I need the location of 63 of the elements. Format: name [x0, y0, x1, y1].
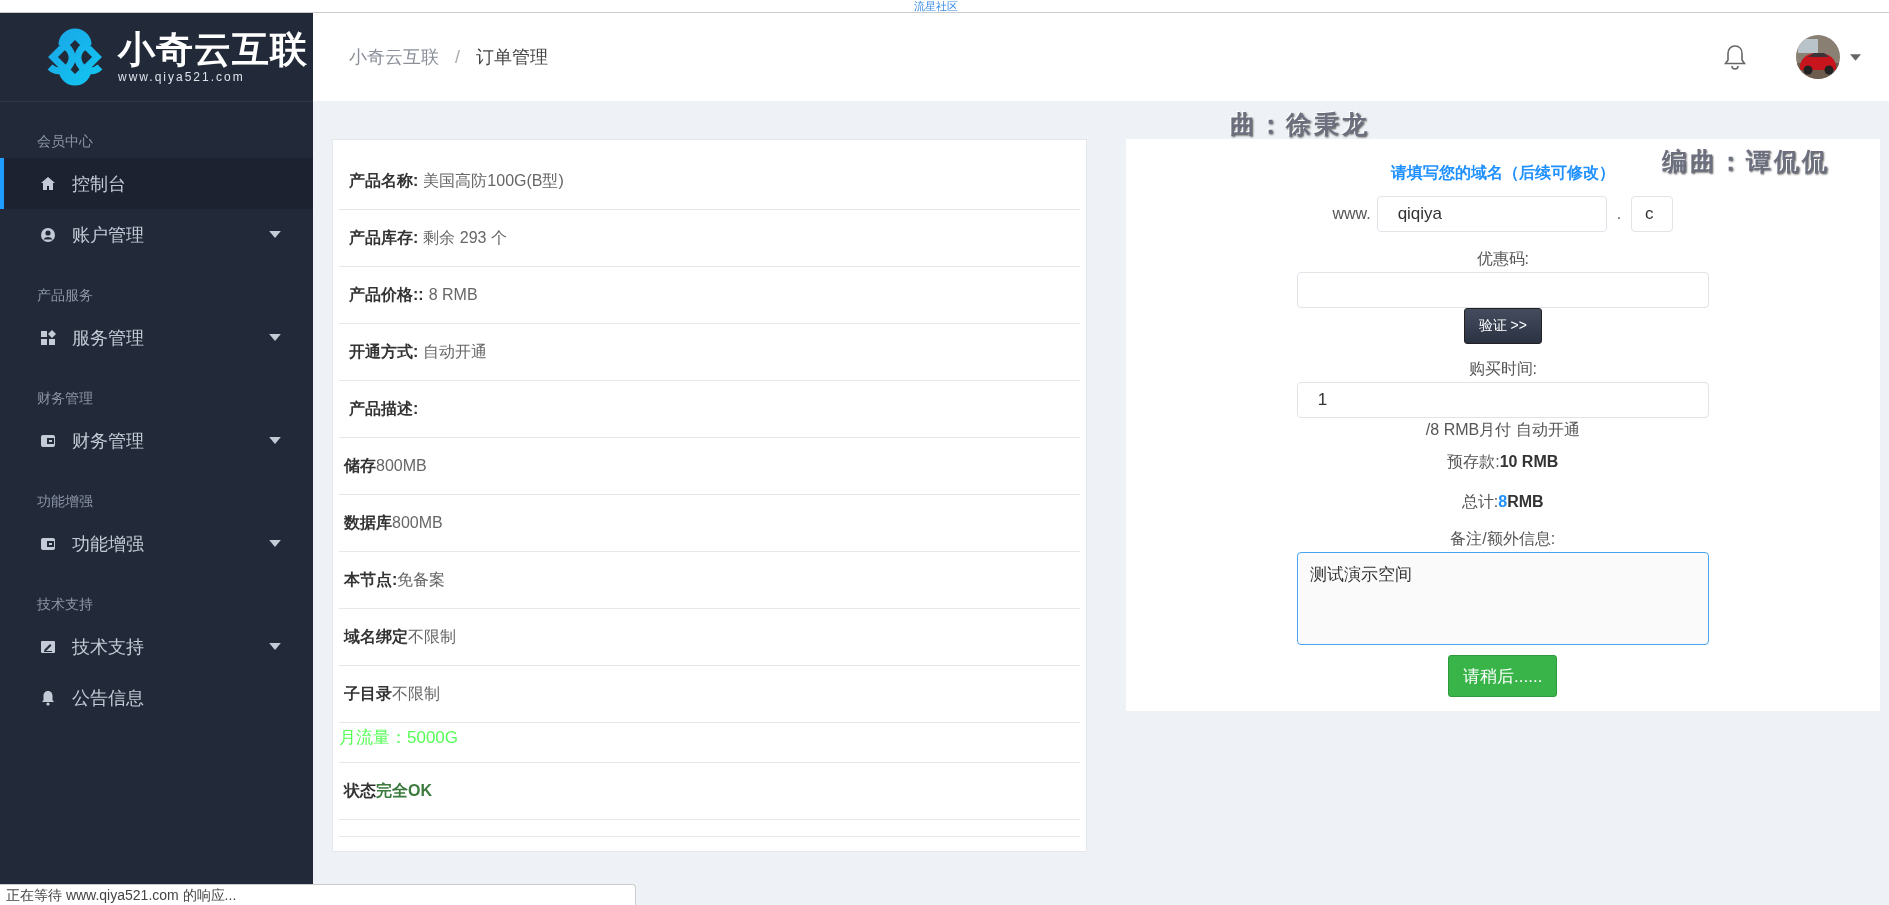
product-detail: 产品描述: [339, 381, 1080, 438]
product-detail: 产品名称: 美国高防100G(B型) [339, 153, 1080, 210]
grid-icon [40, 329, 56, 346]
wallet-icon [40, 432, 56, 449]
product-detail: 开通方式: 自动开通 [339, 324, 1080, 381]
caret-icon [269, 540, 281, 547]
sidebar-item[interactable]: 功能增强 [0, 518, 313, 569]
sidebar-item[interactable]: 服务管理 [0, 312, 313, 363]
site-title: 流星社区 [914, 0, 958, 12]
notes-field[interactable]: 测试演示空间 [1296, 552, 1709, 645]
home-icon [40, 175, 56, 192]
sidebar-item[interactable]: 控制台 [0, 158, 313, 209]
notes-label: 备注/额外信息: [1450, 529, 1556, 549]
sidebar-item[interactable]: 财务管理 [0, 415, 313, 466]
sidebar-section-heading: 产品服务 [36, 286, 94, 305]
domain-heading: 请填写您的域名（后续可修改） [1390, 163, 1615, 183]
user-circle-icon [40, 226, 56, 243]
duration-field[interactable]: 1 [1296, 382, 1709, 418]
domain-prefix: www. [1332, 205, 1371, 223]
product-detail: 产品库存: 剩余 293 个 [339, 210, 1080, 267]
sidebar-section-heading: 功能增强 [36, 492, 94, 511]
verify-button[interactable]: 验证 >> [1463, 308, 1542, 344]
total-label: 总计: [1461, 492, 1499, 512]
status-line: 状态完全OK [339, 763, 1080, 820]
lyric-text: 曲：徐秉龙 [1230, 109, 1370, 141]
lyric-text: 编曲：谭侃侃 [1662, 146, 1830, 178]
sidebar-item[interactable]: 公告信息 [0, 672, 313, 723]
caret-icon[interactable] [1850, 53, 1861, 61]
breadcrumb-separator: / [455, 46, 460, 68]
duration-label: 购买时间: [1468, 359, 1537, 379]
product-detail: 域名绑定不限制 [339, 609, 1080, 666]
deposit-text: 预存款:10 RMB [1447, 452, 1559, 472]
product-detail: 储存800MB [339, 438, 1080, 495]
sidebar-section-heading: 技术支持 [36, 595, 94, 614]
product-detail: 子目录不限制 [339, 666, 1080, 723]
traffic-notice: 月流量：5000G [339, 727, 459, 749]
product-detail: 产品价格:: 8 RMB [339, 267, 1080, 324]
caret-icon [269, 334, 281, 341]
product-detail: 本节点:免备案 [339, 552, 1080, 609]
coupon-label: 优惠码: [1476, 249, 1529, 269]
total-amount: 8 [1498, 492, 1508, 512]
sidebar-item[interactable]: 账户管理 [0, 209, 313, 260]
status-bar-text: 正在等待 www.qiya521.com 的响应... [5, 887, 237, 903]
image-pen-icon [40, 638, 56, 655]
brand-name: 小奇云互联 [118, 30, 308, 70]
price-note: /8 RMB月付 自动开通 [1425, 420, 1580, 440]
bell-icon[interactable] [1724, 44, 1746, 70]
total-unit: RMB [1507, 492, 1544, 512]
domain-dot: . [1616, 205, 1622, 223]
caret-icon [269, 231, 281, 238]
domain-name-field[interactable]: qiqiya [1376, 196, 1607, 232]
wallet-icon [40, 535, 56, 552]
sidebar-item[interactable]: 技术支持 [0, 621, 313, 672]
bell-icon [40, 689, 56, 706]
domain-suffix-field[interactable]: c [1631, 196, 1674, 232]
brand-url: www.qiya521.com [118, 70, 246, 84]
sidebar-section-heading: 财务管理 [36, 389, 94, 408]
coupon-field[interactable] [1296, 272, 1709, 308]
caret-icon [269, 643, 281, 650]
breadcrumb-item: 订单管理 [476, 46, 548, 69]
product-detail: 数据库800MB [339, 495, 1080, 552]
sidebar-section-heading: 会员中心 [36, 132, 94, 151]
caret-icon [269, 437, 281, 444]
